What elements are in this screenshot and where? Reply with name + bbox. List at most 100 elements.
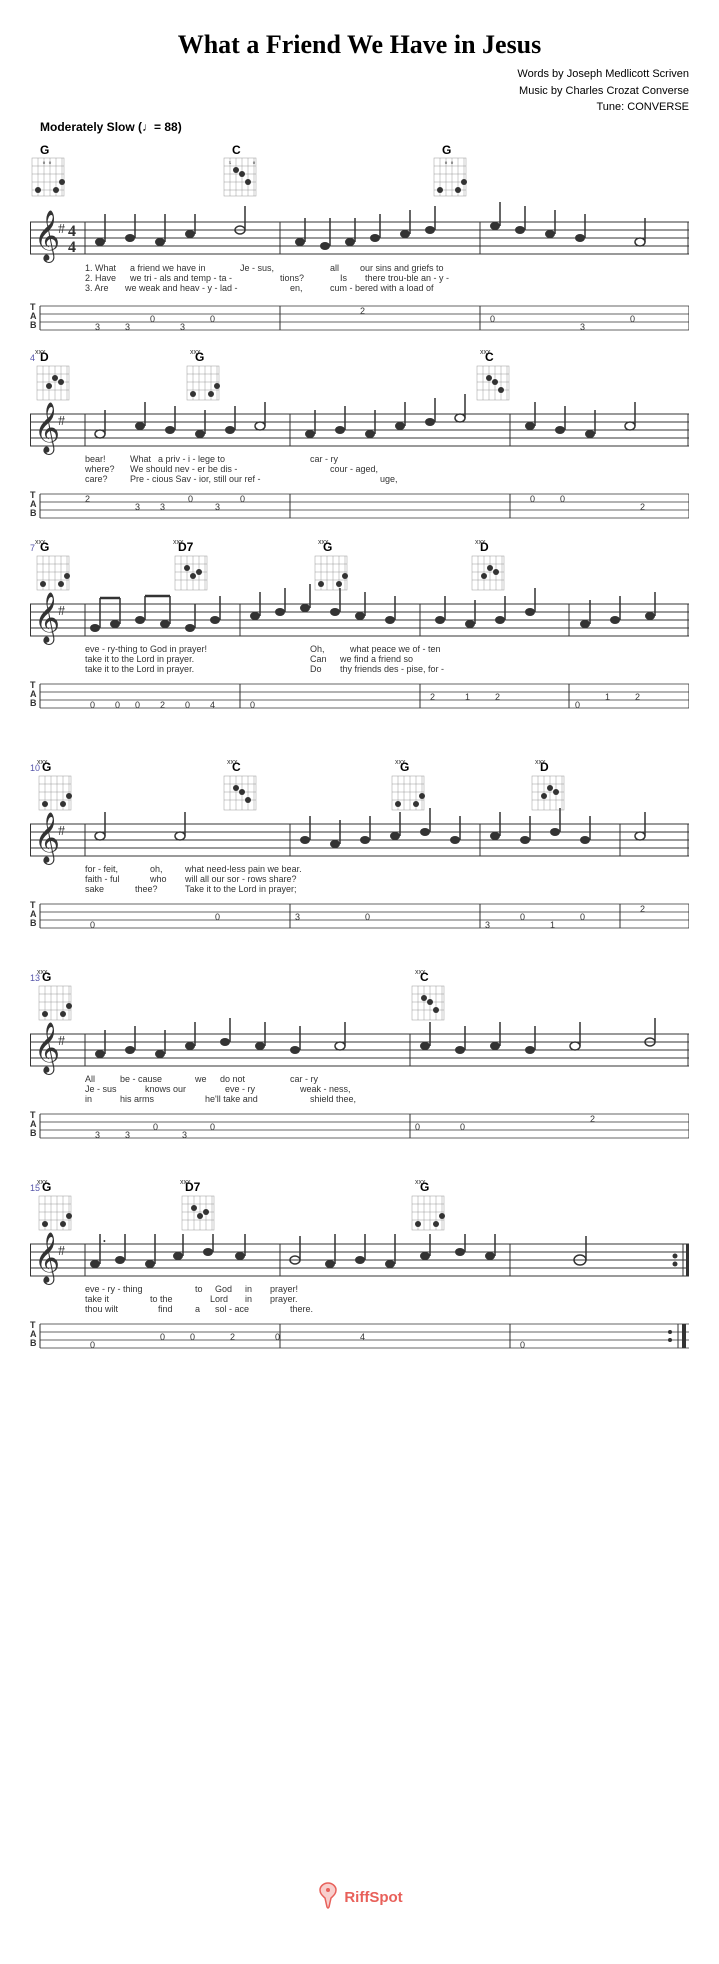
- svg-text:thou wilt: thou wilt: [85, 1304, 119, 1314]
- svg-text:2: 2: [590, 1114, 595, 1124]
- svg-text:3: 3: [135, 502, 140, 512]
- svg-text:o: o: [49, 161, 52, 166]
- svg-text:4: 4: [68, 223, 76, 240]
- chord-diagram-G-6: [39, 1196, 72, 1230]
- svg-text:en,: en,: [290, 283, 303, 293]
- chord-diagram-D7-6: [182, 1196, 214, 1230]
- svg-text:2: 2: [495, 692, 500, 702]
- svg-text:3: 3: [215, 502, 220, 512]
- notes-section-4: [95, 808, 645, 848]
- svg-text:Pre - cious Sav - ior, still o: Pre - cious Sav - ior, still our ref -: [130, 474, 261, 484]
- svg-text:0: 0: [188, 494, 193, 504]
- svg-text:xxx: xxx: [37, 969, 48, 976]
- svg-text:tions?: tions?: [280, 273, 304, 283]
- svg-text:We should nev - er be dis -: We should nev - er be dis -: [130, 464, 237, 474]
- riffspot-brand-text: RiffSpot: [344, 1889, 402, 1906]
- svg-text:B: B: [30, 918, 37, 928]
- svg-text:all: all: [330, 263, 339, 273]
- tab-section-5: T A B 3 3 0 3 0 0 0 2: [30, 1110, 689, 1140]
- svg-text:xxx: xxx: [415, 1179, 426, 1186]
- chord-diagram-G-3: [37, 556, 70, 590]
- tab-section-2: T A B 3 3 0 3 0 2 0 0 2: [30, 490, 689, 518]
- notes-section-1: [95, 202, 645, 250]
- svg-text:xxx: xxx: [415, 969, 426, 976]
- svg-text:3: 3: [182, 1130, 187, 1140]
- chord-diagram-G-4: [39, 776, 72, 810]
- chord-diagram-G-1: o o: [32, 158, 65, 196]
- chord-diagram-G-4b: [392, 776, 425, 810]
- svg-text:cour - aged,: cour - aged,: [330, 464, 378, 474]
- svg-text:0: 0: [115, 700, 120, 710]
- svg-text:xxx: xxx: [318, 539, 329, 546]
- svg-text:𝄞: 𝄞: [34, 813, 60, 865]
- svg-text:0: 0: [415, 1122, 420, 1132]
- svg-text:xxx: xxx: [37, 1179, 48, 1186]
- svg-text:o: o: [43, 161, 46, 166]
- svg-text:he'll take and: he'll take and: [205, 1094, 258, 1104]
- svg-text:we tri - als and temp - ta -: we tri - als and temp - ta -: [129, 273, 232, 283]
- svg-text:oh,: oh,: [150, 864, 163, 874]
- riffspot-logo: RiffSpot: [316, 1881, 402, 1914]
- svg-text:o: o: [451, 161, 454, 166]
- svg-text:God: God: [215, 1284, 232, 1294]
- svg-text:2: 2: [360, 306, 365, 316]
- svg-text:Je - sus: Je - sus: [85, 1084, 117, 1094]
- svg-text:2: 2: [640, 904, 645, 914]
- svg-text:eve - ry-thing to God in praye: eve - ry-thing to God in prayer!: [85, 644, 207, 654]
- svg-text:Can: Can: [310, 654, 327, 664]
- svg-text:eve - ry - thing: eve - ry - thing: [85, 1284, 143, 1294]
- attribution-line2: Music by Charles Crozat Converse: [30, 83, 689, 100]
- svg-text:0: 0: [90, 1340, 95, 1350]
- svg-text:2: 2: [635, 692, 640, 702]
- svg-text:B: B: [30, 508, 37, 518]
- svg-text:xxx: xxx: [37, 759, 48, 766]
- attribution-line3: Tune: CONVERSE: [30, 99, 689, 116]
- svg-text:Take it to the Lord in prayer;: Take it to the Lord in prayer;: [185, 884, 297, 894]
- svg-text:a friend we have in: a friend we have in: [130, 263, 206, 273]
- svg-text:prayer.: prayer.: [270, 1294, 298, 1304]
- chord-diagram-C-4: [224, 776, 256, 810]
- svg-text:weak - ness,: weak - ness,: [299, 1084, 351, 1094]
- svg-text:shield thee,: shield thee,: [310, 1094, 356, 1104]
- svg-text:xxx: xxx: [173, 539, 184, 546]
- svg-text:0: 0: [210, 1122, 215, 1132]
- svg-text:in: in: [245, 1284, 252, 1294]
- svg-text:in: in: [85, 1094, 92, 1104]
- svg-text:All: All: [85, 1074, 95, 1084]
- svg-text:0: 0: [90, 700, 95, 710]
- svg-text:0: 0: [135, 700, 140, 710]
- svg-text:0: 0: [153, 1122, 158, 1132]
- svg-text:xxx: xxx: [35, 539, 46, 546]
- notes-section-5: [95, 1018, 655, 1058]
- svg-text:car - ry: car - ry: [290, 1074, 318, 1084]
- chord-diagram-C-5: [412, 986, 444, 1020]
- svg-text:0: 0: [575, 700, 580, 710]
- svg-text:#: #: [58, 414, 65, 429]
- svg-text:•: •: [103, 1237, 106, 1246]
- svg-text:0: 0: [560, 494, 565, 504]
- svg-text:0: 0: [90, 920, 95, 930]
- svg-text:𝄞: 𝄞: [34, 211, 60, 263]
- riffspot-icon: [316, 1881, 340, 1914]
- svg-text:will all our sor - rows share?: will all our sor - rows share?: [184, 874, 297, 884]
- svg-text:what peace we of - ten: what peace we of - ten: [349, 644, 441, 654]
- svg-text:0: 0: [580, 912, 585, 922]
- tab-section-3: T A B 0 0 0 2 0 4 0 2: [30, 680, 689, 710]
- svg-text:a priv - i - lege to: a priv - i - lege to: [158, 454, 225, 464]
- svg-text:be - cause: be - cause: [120, 1074, 162, 1084]
- svg-text:0: 0: [240, 494, 245, 504]
- svg-text:0: 0: [250, 700, 255, 710]
- svg-text:Is: Is: [340, 273, 348, 283]
- svg-text:xxx: xxx: [475, 539, 486, 546]
- svg-text:B: B: [30, 698, 37, 708]
- svg-text:#: #: [58, 604, 65, 619]
- svg-text:#: #: [58, 1034, 65, 1049]
- notes-section-6: •: [90, 1234, 586, 1268]
- attribution-line1: Words by Joseph Medlicott Scriven: [30, 66, 689, 83]
- chord-diagram-G-5: [39, 986, 72, 1020]
- svg-text:for - feit,: for - feit,: [85, 864, 118, 874]
- chord-diagram-D-2: [37, 366, 69, 400]
- svg-text:we: we: [194, 1074, 207, 1084]
- svg-text:𝄞: 𝄞: [34, 593, 60, 645]
- chord-G-1: G: [40, 143, 49, 157]
